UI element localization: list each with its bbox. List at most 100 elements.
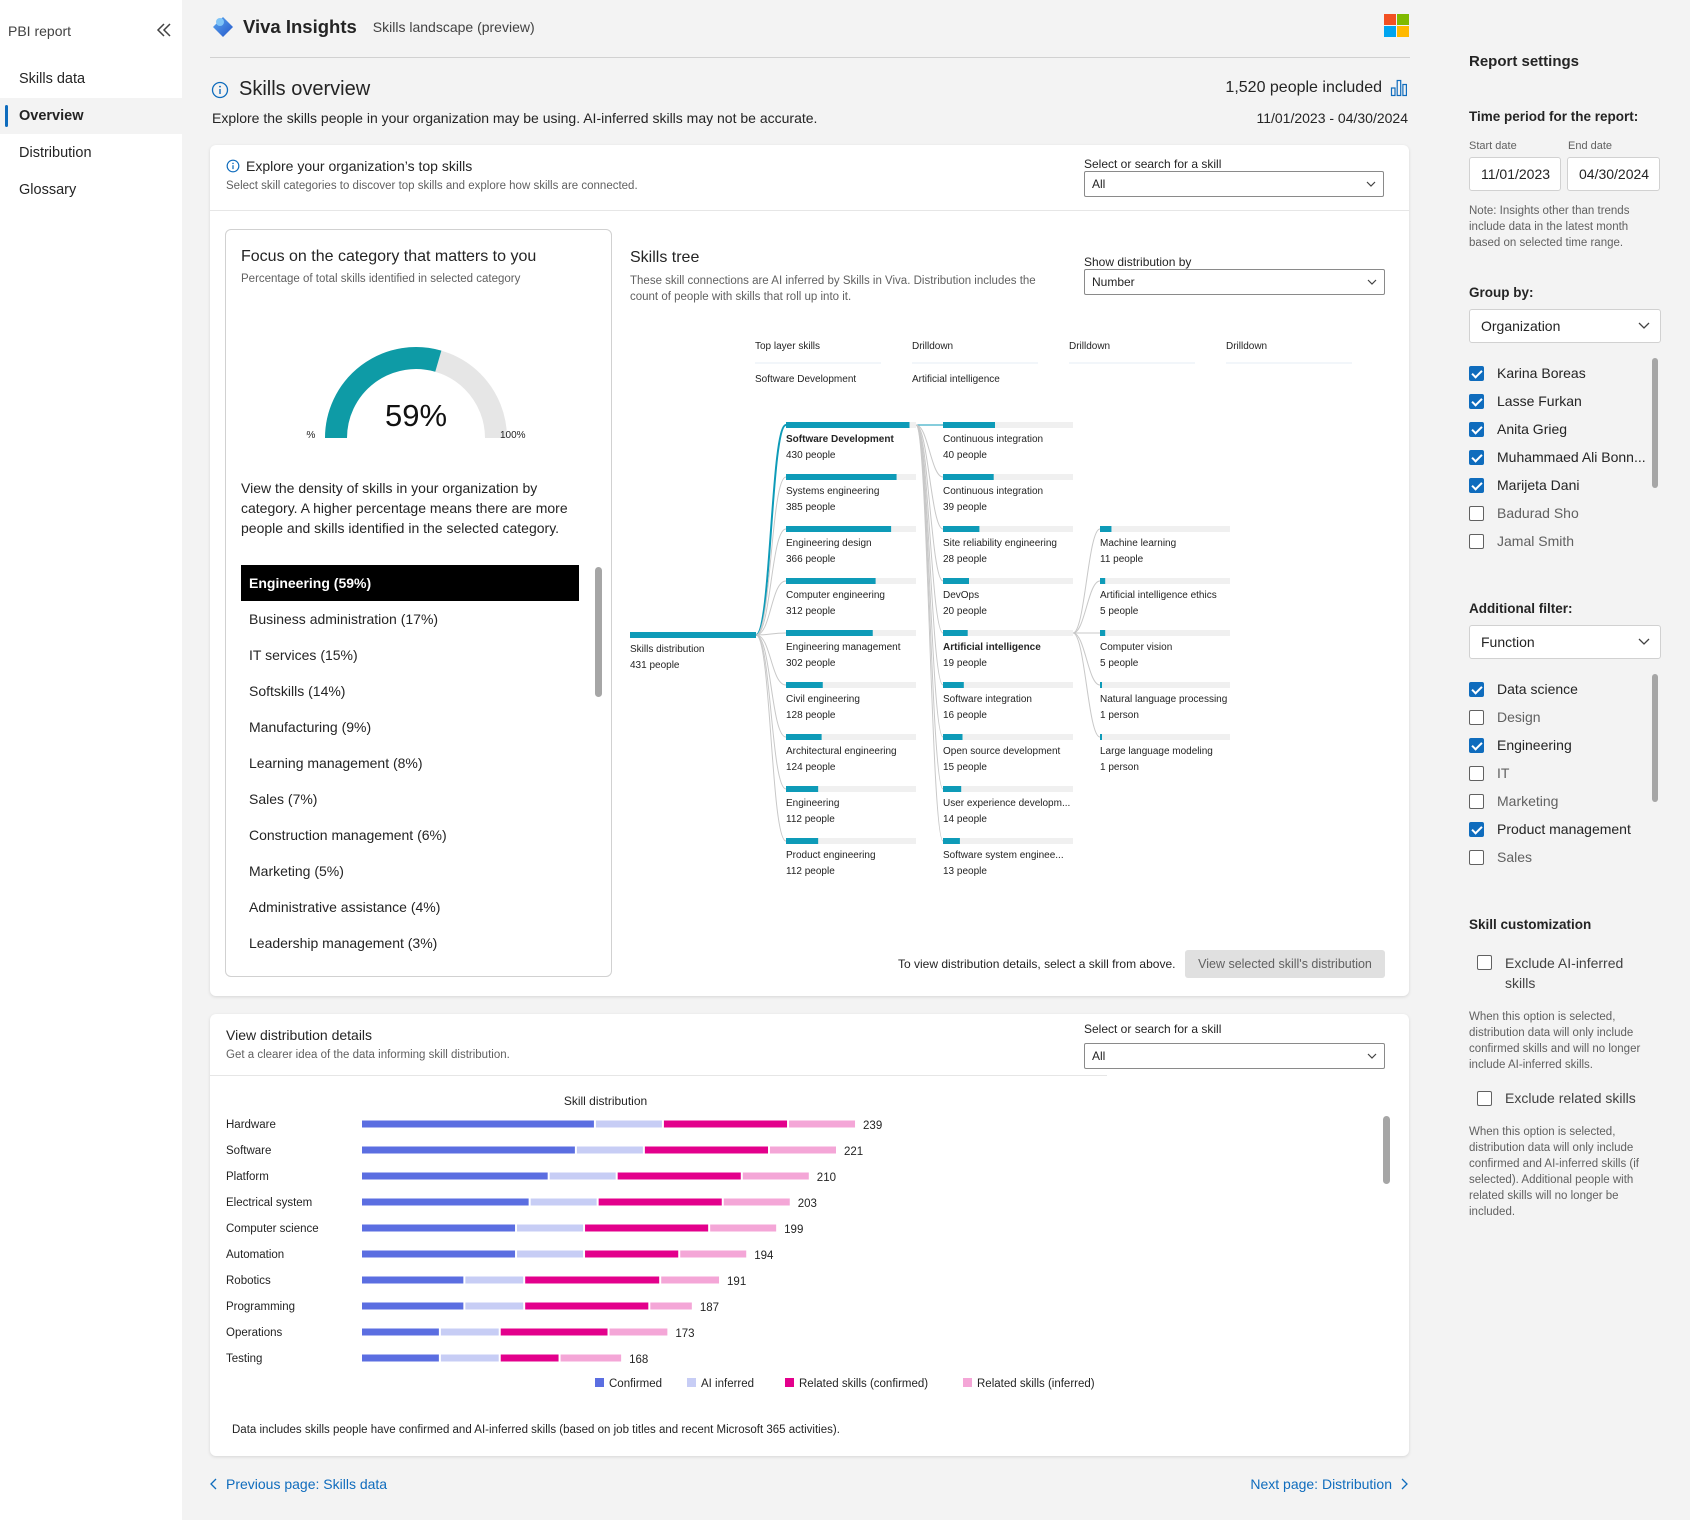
bar-segment bbox=[362, 1120, 594, 1128]
group-by-item[interactable]: Jamal Smith bbox=[1469, 531, 1574, 551]
bar-segment bbox=[576, 1146, 643, 1154]
group-by-item[interactable]: Marijeta Dani bbox=[1469, 475, 1579, 495]
group-by-checkbox[interactable] bbox=[1469, 477, 1484, 493]
group-by-item[interactable]: Muhammaed Ali Bonn... bbox=[1469, 447, 1646, 467]
additional-filter-dropdown[interactable]: Function bbox=[1469, 625, 1661, 659]
group-by-dropdown[interactable]: Organization bbox=[1469, 309, 1661, 343]
bar-category-label: Platform bbox=[226, 1171, 269, 1183]
tree-root-bar bbox=[630, 632, 756, 638]
filter-item[interactable]: Design bbox=[1469, 707, 1541, 727]
group-by-checkbox[interactable] bbox=[1469, 449, 1484, 465]
filter-list-scrollbar[interactable] bbox=[1652, 674, 1658, 802]
tree-link bbox=[1072, 632, 1101, 738]
settings-title: Report settings bbox=[1469, 53, 1580, 70]
bar-segment bbox=[595, 1120, 662, 1128]
tree-level1-label[interactable]: Software Development bbox=[786, 434, 894, 445]
group-by-item[interactable]: Anita Grieg bbox=[1469, 419, 1567, 439]
nav-item-glossary[interactable]: Glossary bbox=[0, 172, 182, 208]
filter-item[interactable]: Engineering bbox=[1469, 735, 1572, 755]
group-by-item[interactable]: Badurad Sho bbox=[1469, 503, 1579, 523]
tree-level2-label[interactable]: Open source development bbox=[943, 746, 1061, 757]
group-by-item[interactable]: Karina Boreas bbox=[1469, 363, 1586, 383]
tree-level1-label[interactable]: Architectural engineering bbox=[786, 746, 897, 757]
previous-page-link[interactable]: Previous page: Skills data bbox=[210, 1476, 387, 1492]
group-by-label: Muhammaed Ali Bonn... bbox=[1497, 449, 1646, 465]
top-skills-card: Explore your organization’s top skills S… bbox=[210, 145, 1409, 996]
tree-level1-label[interactable]: Systems engineering bbox=[786, 486, 879, 497]
group-by-checkbox[interactable] bbox=[1469, 393, 1484, 409]
filter-item[interactable]: IT bbox=[1469, 763, 1509, 783]
tree-level2-label[interactable]: Software integration bbox=[943, 694, 1032, 705]
nav-item-skills-data[interactable]: Skills data bbox=[0, 61, 182, 97]
tree-bar-track bbox=[1100, 578, 1230, 584]
previous-page-label: Previous page: Skills data bbox=[226, 1476, 388, 1492]
collapse-nav-icon[interactable] bbox=[154, 20, 174, 40]
tree-level1-label[interactable]: Engineering design bbox=[786, 538, 872, 549]
group-by-checkbox[interactable] bbox=[1469, 505, 1484, 521]
view-distribution-button[interactable]: View selected skill's distribution bbox=[1185, 950, 1385, 978]
start-date-input[interactable]: 11/01/2023 bbox=[1469, 157, 1561, 191]
filter-checkbox[interactable] bbox=[1469, 737, 1484, 753]
exclude-related-checkbox[interactable] bbox=[1477, 1090, 1492, 1106]
tree-level2-label[interactable]: Continuous integration bbox=[943, 486, 1043, 497]
distribution-details-card: View distribution details Get a clearer … bbox=[210, 1014, 1409, 1456]
group-by-checkbox[interactable] bbox=[1469, 365, 1484, 381]
exclude-related-option[interactable]: Exclude related skills bbox=[1477, 1088, 1636, 1108]
tree-level2-label[interactable]: Artificial intelligence bbox=[943, 642, 1041, 653]
filter-checkbox[interactable] bbox=[1469, 709, 1484, 725]
end-date-input[interactable]: 04/30/2024 bbox=[1567, 157, 1660, 191]
tree-level1-label[interactable]: Civil engineering bbox=[786, 694, 860, 705]
tree-level3-label[interactable]: Computer vision bbox=[1100, 642, 1172, 653]
tree-level2-label[interactable]: Site reliability engineering bbox=[943, 538, 1057, 549]
bar-total-label: 203 bbox=[798, 1198, 817, 1210]
chevron-down-icon bbox=[1638, 322, 1650, 329]
tree-level2-bar bbox=[943, 786, 962, 792]
group-by-checkbox[interactable] bbox=[1469, 533, 1484, 549]
tree-link bbox=[1072, 528, 1101, 634]
filter-checkbox[interactable] bbox=[1469, 681, 1484, 697]
tree-level2-label[interactable]: User experience developm... bbox=[943, 798, 1070, 809]
tree-level2-label[interactable]: Continuous integration bbox=[943, 434, 1043, 445]
filter-checkbox[interactable] bbox=[1469, 849, 1484, 865]
filter-checkbox[interactable] bbox=[1469, 765, 1484, 781]
nav-item-distribution[interactable]: Distribution bbox=[0, 135, 182, 171]
tree-level3-count: 1 person bbox=[1100, 762, 1139, 773]
tree-level1-bar bbox=[786, 422, 910, 428]
filter-checkbox[interactable] bbox=[1469, 793, 1484, 809]
tree-level3-label[interactable]: Machine learning bbox=[1100, 538, 1176, 549]
tree-level3-label[interactable]: Natural language processing bbox=[1100, 694, 1227, 705]
group-list-scrollbar[interactable] bbox=[1652, 358, 1658, 488]
bar-segment bbox=[710, 1224, 777, 1232]
tree-level1-label[interactable]: Product engineering bbox=[786, 850, 876, 861]
exclude-ai-option[interactable]: Exclude AI-inferred skills bbox=[1477, 953, 1657, 993]
tree-level2-count: 16 people bbox=[943, 710, 987, 721]
tree-level1-label[interactable]: Computer engineering bbox=[786, 590, 885, 601]
filter-item[interactable]: Marketing bbox=[1469, 791, 1558, 811]
tree-level3-label[interactable]: Artificial intelligence ethics bbox=[1100, 590, 1217, 601]
legend-label: Confirmed bbox=[609, 1378, 662, 1390]
filter-item[interactable]: Data science bbox=[1469, 679, 1578, 699]
exclude-ai-checkbox[interactable] bbox=[1477, 955, 1492, 970]
filter-item[interactable]: Sales bbox=[1469, 847, 1532, 867]
next-page-link[interactable]: Next page: Distribution bbox=[1250, 1476, 1408, 1492]
bar-segment bbox=[663, 1120, 788, 1128]
tree-level1-label[interactable]: Engineering bbox=[786, 798, 839, 809]
tree-level2-label[interactable]: Software system enginee... bbox=[943, 850, 1064, 861]
tree-level3-label[interactable]: Large language modeling bbox=[1100, 746, 1213, 757]
bar-total-label: 239 bbox=[863, 1120, 882, 1132]
tree-level2-label[interactable]: DevOps bbox=[943, 590, 979, 601]
tree-level1-label[interactable]: Engineering management bbox=[786, 642, 901, 653]
group-by-checkbox[interactable] bbox=[1469, 421, 1484, 437]
tree-link bbox=[755, 634, 787, 790]
info-icon[interactable] bbox=[211, 81, 229, 99]
bar-chart-icon[interactable] bbox=[1390, 79, 1408, 97]
filter-checkbox[interactable] bbox=[1469, 821, 1484, 837]
group-by-item[interactable]: Lasse Furkan bbox=[1469, 391, 1582, 411]
nav-item-overview[interactable]: Overview bbox=[0, 98, 182, 134]
bar-segment bbox=[661, 1276, 720, 1284]
distribution-scrollbar[interactable] bbox=[1383, 1116, 1390, 1184]
tree-level2-count: 20 people bbox=[943, 606, 987, 617]
bar-category-label: Operations bbox=[226, 1327, 283, 1339]
filter-item[interactable]: Product management bbox=[1469, 819, 1631, 839]
bar-total-label: 199 bbox=[784, 1224, 803, 1236]
